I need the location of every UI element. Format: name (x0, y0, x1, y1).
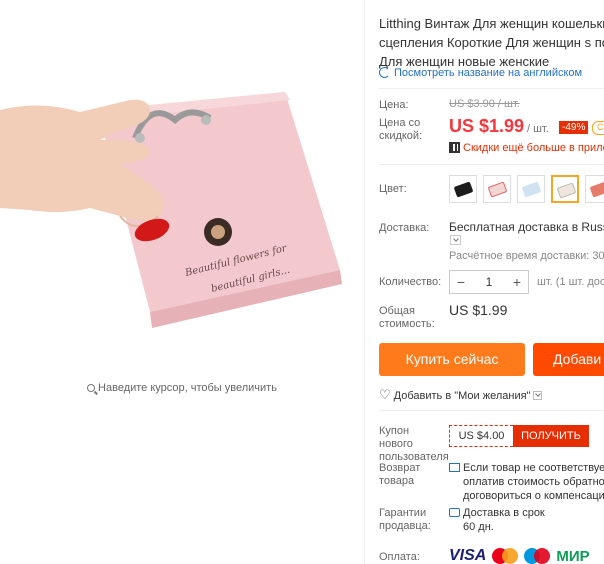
returns-text: Если товар не соответствует о оплатив ст… (463, 461, 604, 503)
get-coupon-button[interactable]: ПОЛУЧИТЬ (513, 425, 589, 447)
returns-line: Если товар не соответствует о (463, 462, 604, 474)
payment-label: Оплата: (379, 551, 420, 563)
guarantee-text: Доставка в срок 60 дн. (463, 506, 545, 534)
buy-now-button[interactable]: Купить сейчас (379, 343, 525, 376)
product-gallery: Beautiful flowers for beautiful girls...… (0, 0, 364, 564)
wishlist-text: Добавить в "Мои желания" (393, 390, 531, 402)
divider (379, 164, 604, 165)
coupon-label: Купон нового пользователя (379, 425, 449, 463)
color-swatches (449, 175, 604, 203)
quantity-availability: шт. (1 шт. доступ (537, 276, 604, 288)
app-promo-text: Скидки ещё больше в прилож (463, 142, 604, 154)
translate-icon (379, 67, 390, 78)
divider (379, 88, 604, 89)
app-promo[interactable]: Скидки ещё больше в прилож (449, 142, 604, 154)
zoom-hint: Наведите курсор, чтобы увеличить (0, 382, 364, 394)
vertical-divider (364, 0, 365, 564)
english-title-text: Посмотреть название на английском (394, 67, 583, 79)
coupon-amount: US $4.00 (449, 425, 513, 447)
title-line: сцепления Короткие Для женщин s пор (379, 35, 604, 50)
quantity-decrease-button[interactable]: − (450, 271, 472, 293)
mastercard-icon (492, 548, 519, 564)
discount-badge: -49% (559, 121, 589, 134)
zoom-hint-text: Наведите курсор, чтобы увеличить (98, 382, 277, 394)
english-title-link[interactable]: Посмотреть название на английском (379, 67, 582, 79)
per-unit: / шт. (527, 123, 549, 135)
original-price: US $3.90 / шт. (449, 98, 520, 110)
color-swatch-red[interactable] (585, 175, 604, 203)
visa-logo: VISA (449, 547, 487, 564)
sale-price: US $1.99 (449, 116, 525, 136)
add-to-cart-button[interactable]: Добави (533, 343, 604, 376)
heart-icon: ♡ (379, 387, 391, 402)
price-label: Цена: (379, 99, 409, 111)
title-line: Litthing Винтаж Для женщин кошельки (379, 16, 604, 31)
chevron-down-icon[interactable] (533, 391, 543, 400)
maestro-icon (524, 548, 551, 564)
color-swatch-black[interactable] (449, 175, 477, 203)
return-policy-icon (449, 463, 460, 472)
guarantee-line: Доставка в срок (463, 507, 545, 519)
color-swatch-light-blue[interactable] (517, 175, 545, 203)
returns-line: оплатив стоимость обратной (463, 476, 604, 488)
returns-line: договориться о компенсации (463, 490, 604, 502)
product-title: Litthing Винтаж Для женщин кошельки сцеп… (379, 14, 604, 71)
discount-price-label: Цена со скидкой: (379, 117, 423, 142)
quantity-input[interactable]: 1 (472, 271, 506, 293)
guarantee-icon (449, 508, 460, 517)
shipping-label: Доставка: (379, 222, 430, 234)
qr-code-icon (449, 142, 460, 153)
magnifier-icon (87, 384, 96, 392)
mir-logo: МИР (556, 547, 590, 564)
delivery-time: Расчётное время доставки: 30-50 (449, 250, 604, 262)
product-image[interactable]: Beautiful flowers for beautiful girls... (0, 40, 364, 330)
color-label: Цвет: (379, 183, 407, 195)
shipping-method: Бесплатная доставка в Russian (449, 220, 604, 234)
divider (379, 410, 604, 411)
product-info-panel: Litthing Винтаж Для женщин кошельки сцеп… (379, 0, 604, 564)
quantity-increase-button[interactable]: + (506, 271, 528, 293)
guarantee-line: 60 дн. (463, 521, 494, 533)
shipping-dropdown-icon[interactable] (450, 235, 461, 245)
total-price: US $1.99 (449, 302, 508, 318)
color-swatch-pink[interactable] (551, 175, 579, 203)
guarantee-label: Гарантии продавца: (379, 507, 431, 532)
payment-methods: VISA МИР (449, 547, 590, 564)
quantity-label: Количество: (379, 276, 442, 288)
quantity-stepper: − 1 + (449, 270, 529, 294)
wishlist-button[interactable]: ♡ Добавить в "Мои желания" (379, 387, 543, 403)
color-swatch-white-red[interactable] (483, 175, 511, 203)
coupon-badge: C (592, 121, 604, 135)
new-user-coupon: US $4.00 ПОЛУЧИТЬ (449, 425, 589, 447)
returns-label: Возврат товара (379, 462, 421, 487)
total-label: Общая стоимость: (379, 305, 435, 330)
